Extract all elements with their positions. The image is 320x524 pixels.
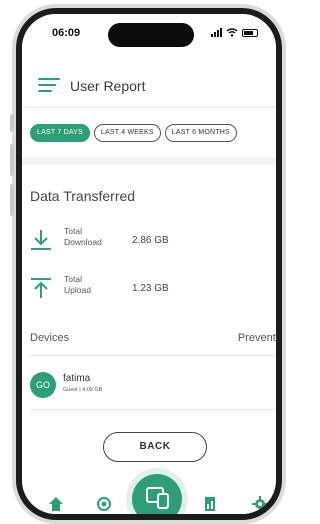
download-icon: [31, 230, 51, 250]
phone-side-button: [10, 144, 14, 176]
back-button[interactable]: BACK: [103, 432, 207, 462]
devices-icon[interactable]: [96, 496, 112, 512]
dynamic-island: [108, 23, 194, 47]
report-center-icon: [146, 487, 169, 509]
avatar: GO: [30, 372, 56, 398]
hamburger-menu-icon[interactable]: [38, 78, 60, 92]
phone-side-button: [10, 114, 14, 132]
device-list-item[interactable]: GO fatima Guest | 4.09 GB 0: [30, 366, 276, 410]
upload-stat-row: Total Upload 1.23 GB: [30, 272, 270, 306]
status-time: 06:09: [52, 27, 81, 39]
time-range-tabs: LAST 7 DAYS LAST 4 WEEKS LAST 6 MONTHS: [30, 124, 237, 142]
status-icons: [211, 28, 258, 37]
report-center-button[interactable]: [132, 474, 182, 514]
screen: 06:09 User Report LAST 7 DAYS LAST 4 WEE…: [22, 14, 276, 514]
phone-frame: 06:09 User Report LAST 7 DAYS LAST 4 WEE…: [10, 4, 286, 524]
data-transferred-title: Data Transferred: [30, 188, 136, 204]
phone-bezel: 06:09 User Report LAST 7 DAYS LAST 4 WEE…: [16, 8, 282, 520]
download-stat-row: Total Download 2.86 GB: [30, 224, 270, 258]
download-label: Total Download: [64, 226, 102, 247]
status-bar: 06:09: [22, 14, 276, 56]
home-icon[interactable]: [48, 496, 64, 512]
devices-header: Devices Prevented: [30, 332, 276, 356]
tab-last-7-days[interactable]: LAST 7 DAYS: [30, 124, 90, 142]
stats-icon[interactable]: [202, 496, 218, 512]
devices-title: Devices: [30, 332, 70, 344]
upload-value: 1.23 GB: [132, 283, 169, 294]
section-separator: [22, 157, 276, 165]
wifi-icon: [226, 28, 238, 37]
prevented-column-label: Prevented: [237, 332, 276, 344]
signal-icon: [211, 28, 222, 37]
bottom-navigation: [22, 474, 276, 514]
device-name: fatima: [63, 373, 91, 384]
upload-label: Total Upload: [64, 274, 91, 295]
device-subtitle: Guest | 4.09 GB: [63, 387, 103, 393]
page-title: User Report: [70, 78, 146, 94]
upload-icon: [31, 278, 51, 298]
settings-icon[interactable]: [252, 496, 268, 512]
download-value: 2.86 GB: [132, 235, 169, 246]
tab-last-6-months[interactable]: LAST 6 MONTHS: [164, 124, 237, 142]
app-header: User Report: [22, 56, 276, 106]
phone-side-button: [10, 184, 14, 216]
battery-icon: [242, 28, 258, 37]
tab-last-4-weeks[interactable]: LAST 4 WEEKS: [93, 124, 161, 142]
